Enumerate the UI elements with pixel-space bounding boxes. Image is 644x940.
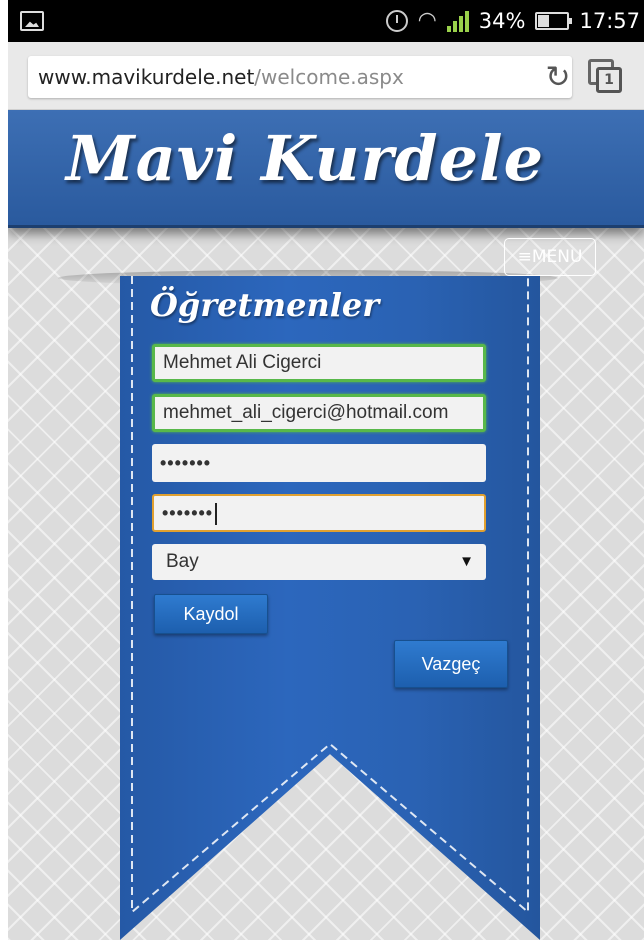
form-title: Öğretmenler bbox=[150, 286, 380, 324]
url-domain: www.mavikurdele.net bbox=[38, 65, 255, 89]
site-logo[interactable]: Mavi Kurdele bbox=[66, 122, 544, 195]
menu-button[interactable]: ≡MENU bbox=[504, 238, 596, 276]
signal-icon bbox=[446, 10, 469, 32]
clock: 17:57 bbox=[579, 9, 640, 33]
site-header: Mavi Kurdele bbox=[8, 110, 644, 228]
wifi-icon: ◠ bbox=[417, 8, 437, 33]
status-bar: ◠ 34% 17:57 bbox=[8, 0, 644, 42]
reload-icon[interactable]: ↻ bbox=[540, 60, 572, 96]
image-notification-icon bbox=[20, 11, 44, 31]
tab-count: 1 bbox=[596, 67, 622, 93]
gender-selected-value: Bay bbox=[166, 551, 199, 572]
password-confirm-value: ••••••• bbox=[162, 503, 214, 523]
browser-toolbar: www.mavikurdele.net/welcome.aspx ↻ 1 bbox=[8, 42, 644, 110]
name-field[interactable]: Mehmet Ali Cigerci bbox=[152, 344, 486, 382]
battery-icon bbox=[535, 12, 573, 30]
email-field[interactable]: mehmet_ali_cigerci@hotmail.com bbox=[152, 394, 486, 432]
text-caret bbox=[215, 503, 218, 526]
password-field[interactable]: ••••••• bbox=[152, 444, 486, 482]
register-button[interactable]: Kaydol bbox=[154, 594, 268, 634]
cancel-button[interactable]: Vazgeç bbox=[394, 640, 508, 688]
address-bar[interactable]: www.mavikurdele.net/welcome.aspx ↻ bbox=[28, 56, 572, 98]
alarm-icon bbox=[385, 10, 408, 32]
battery-percent: 34% bbox=[478, 9, 526, 33]
password-confirm-field[interactable]: ••••••• bbox=[152, 494, 486, 532]
dropdown-arrow-icon: ▼ bbox=[459, 553, 474, 570]
page-content: Mavi Kurdele ≡MENU Öğretmenler Mehmet Al… bbox=[8, 110, 644, 940]
url-path: /welcome.aspx bbox=[254, 65, 404, 89]
gender-select[interactable]: Bay ▼ bbox=[152, 544, 486, 580]
tab-switcher-icon[interactable]: 1 bbox=[588, 59, 624, 95]
